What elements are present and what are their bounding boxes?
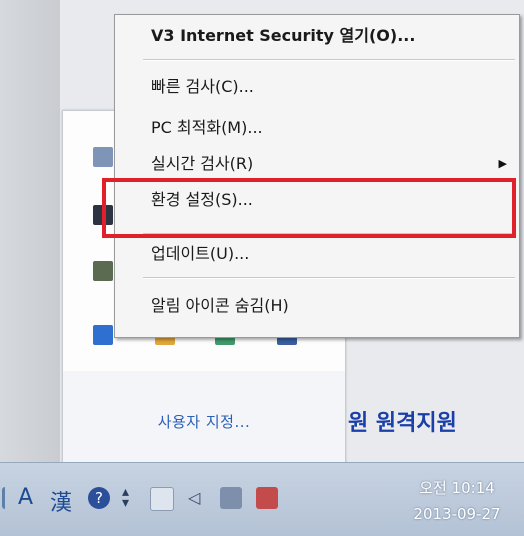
show-hidden-icons-button[interactable] (150, 487, 174, 511)
menu-item-quick-scan[interactable]: 빠른 검사(C)... (115, 72, 519, 102)
menu-item-open[interactable]: V3 Internet Security 열기(O)... (115, 21, 519, 51)
clock-time: 오전 10:14 (419, 479, 495, 497)
menu-item-update[interactable]: 업데이트(U)... (115, 239, 519, 269)
customize-link[interactable]: 사용자 지정... (63, 411, 345, 432)
clock-date: 2013-09-27 (413, 505, 501, 523)
menu-separator (143, 59, 515, 61)
tray-context-menu: V3 Internet Security 열기(O)... 빠른 검사(C)..… (114, 14, 520, 338)
menu-item-realtime-scan-label: 실시간 검사(R) (151, 154, 254, 173)
menu-item-hide-icon[interactable]: 알림 아이콘 숨김(H) (115, 291, 519, 321)
network-icon[interactable] (220, 487, 242, 509)
action-center-icon[interactable] (256, 487, 278, 509)
app-tray-icon[interactable] (93, 147, 113, 167)
help-icon[interactable]: ? (88, 487, 110, 509)
hanja-mode-button[interactable]: 漢 (50, 485, 72, 517)
volume-icon[interactable]: ◁ (188, 487, 210, 509)
options-arrow-icon[interactable]: ▴ ▾ (122, 485, 144, 510)
language-bar-grip-icon[interactable] (2, 487, 11, 509)
desktop-side-strip (0, 0, 60, 462)
menu-separator (143, 277, 515, 279)
highlight-annotation-box (102, 178, 516, 238)
submenu-arrow-icon: ▶ (498, 157, 507, 170)
ime-mode-button[interactable]: A (18, 485, 33, 510)
menu-item-realtime-scan[interactable]: 실시간 검사(R) ▶ (115, 149, 519, 179)
menu-item-pc-optimize[interactable]: PC 최적화(M)... (115, 113, 519, 143)
app-tray-icon[interactable] (93, 325, 113, 345)
taskbar: A 漢 ? ▴ ▾ ◁ 오전 10:14 2013-09-27 (0, 462, 524, 536)
clock[interactable]: 오전 10:14 2013-09-27 (392, 475, 522, 527)
background-window-text: 원 원격지원 (348, 411, 457, 436)
app-tray-icon[interactable] (93, 261, 113, 281)
